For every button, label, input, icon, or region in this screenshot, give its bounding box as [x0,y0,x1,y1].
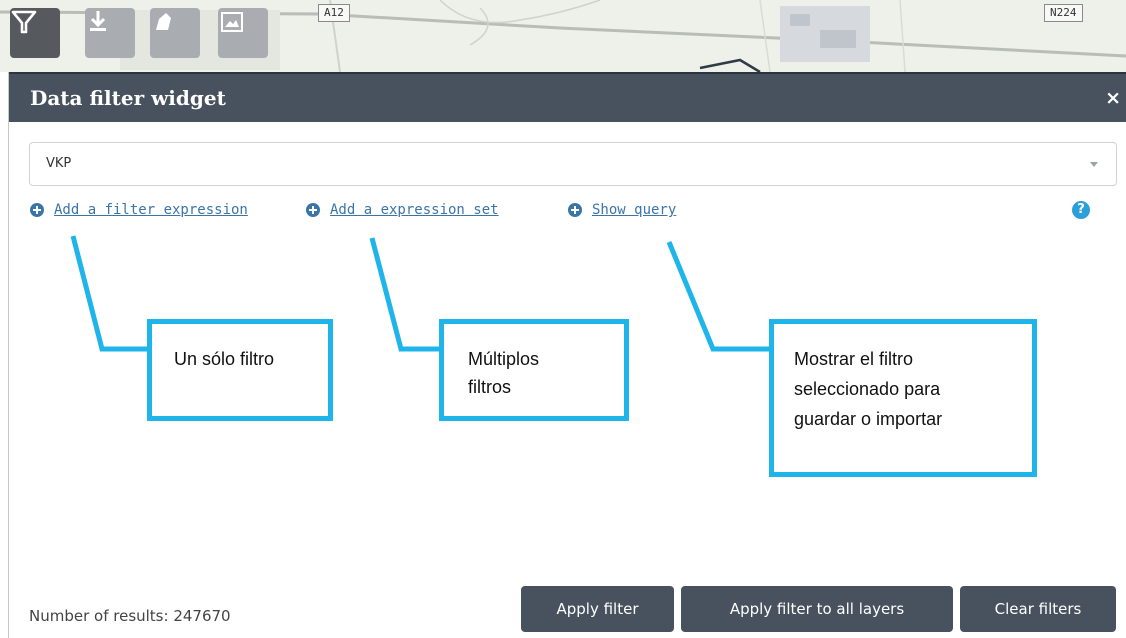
layer-select[interactable]: VKP [29,142,1117,186]
callout-show-query-line1: Mostrar el filtro [794,349,914,369]
show-query-label: Show query [592,202,677,218]
download-tool-button[interactable] [85,8,135,58]
chevron-down-icon [1090,162,1098,167]
callout-show-query-line3: guardar o importar [794,409,943,429]
add-filter-expression-link[interactable]: Add a filter expression [30,199,248,221]
add-expression-set-label: Add a expression set [330,202,499,218]
panel-header: Data filter widget × [9,72,1126,122]
callout-single-filter-text: Un sólo filtro [174,349,275,369]
apply-filter-button[interactable]: Apply filter [521,586,674,632]
add-filter-expression-label: Add a filter expression [54,202,248,218]
filter-tool-button[interactable] [10,8,60,58]
map-background[interactable]: A12 N224 [0,0,1126,72]
apply-filter-all-layers-button[interactable]: Apply filter to all layers [681,586,953,632]
help-icon[interactable]: ? [1072,201,1090,219]
callout-show-query-line2: seleccionado para [794,379,941,399]
show-query-link[interactable]: Show query [568,199,676,221]
close-icon[interactable]: × [1105,74,1121,122]
download-icon [90,11,106,31]
shape-icon [156,13,171,30]
panel-title: Data filter widget [30,86,226,110]
road-label-n224: N224 [1044,4,1083,22]
image-icon [221,12,243,32]
plus-circle-icon [30,203,44,217]
callout-multiple-filters-line2: filtros [468,377,512,397]
plus-circle-icon [306,203,320,217]
layer-select-value: VKP [46,156,72,171]
plus-circle-icon [568,203,582,217]
callout-show-query: Mostrar el filtro seleccionado para guar… [769,319,1037,477]
callout-multiple-filters-line1: Múltiplos [468,349,540,369]
data-filter-panel: Data filter widget × VKP Add a filter ex… [8,72,1126,638]
road-label-a12: A12 [318,4,350,22]
callout-multiple-filters: Múltiplos filtros [439,319,629,421]
results-count: Number of results: 247670 [29,607,231,625]
callout-single-filter: Un sólo filtro [147,319,333,421]
image-tool-button[interactable] [218,8,268,58]
clear-filters-button[interactable]: Clear filters [960,586,1116,632]
add-expression-set-link[interactable]: Add a expression set [306,199,499,221]
shape-tool-button[interactable] [150,8,200,58]
filter-icon [11,10,37,34]
